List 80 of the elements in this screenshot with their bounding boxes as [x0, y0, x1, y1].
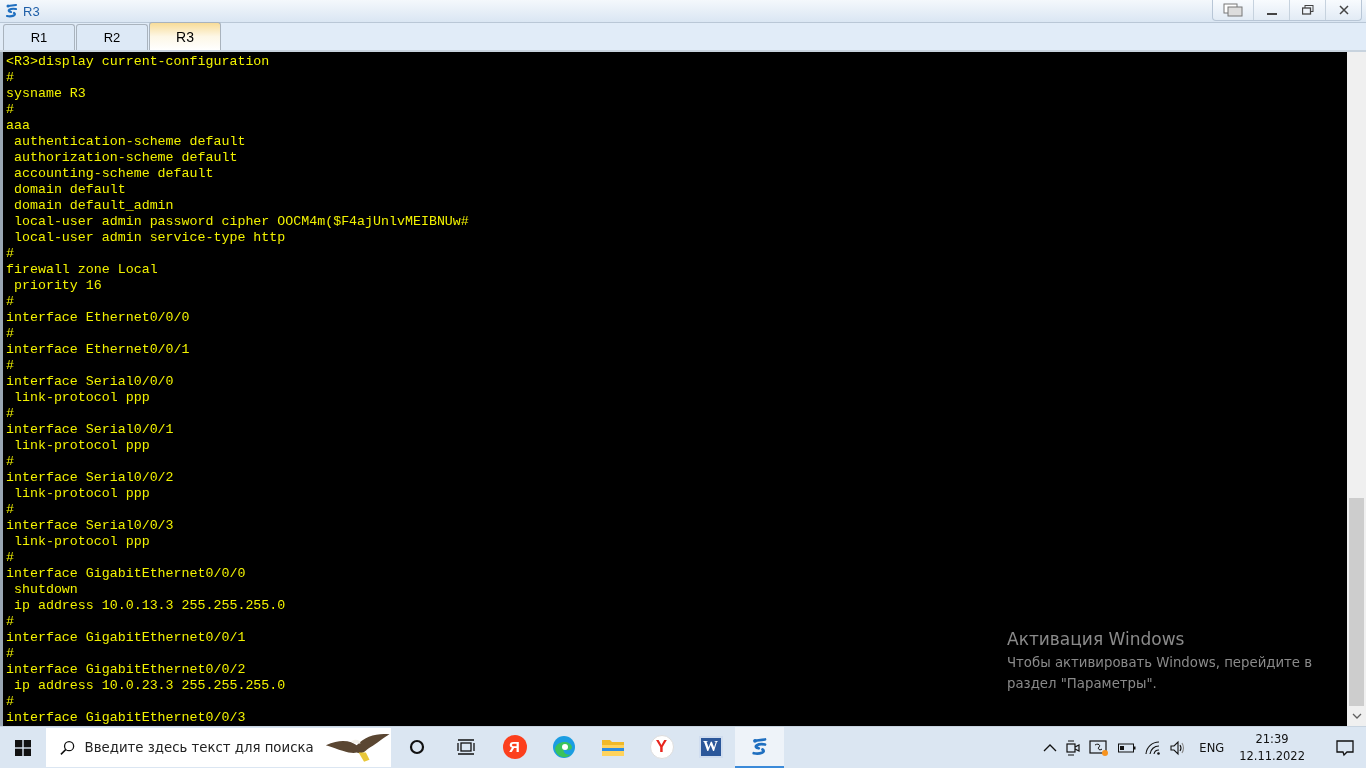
activation-title: Активация Windows: [1007, 628, 1186, 650]
speaker-icon[interactable]: [1170, 739, 1187, 756]
terminal-line: domain default: [12, 182, 126, 198]
terminal-line: local-user admin service-type http: [12, 230, 286, 246]
app-tray-icon[interactable]: [1089, 738, 1110, 757]
language-indicator[interactable]: ENG: [1199, 740, 1225, 755]
word-app-icon: W: [698, 735, 723, 758]
terminal-line: interface GigabitEthernet0/0/2: [6, 662, 246, 678]
terminal-line: interface Serial0/0/0: [6, 374, 174, 390]
windows-logo-icon: [15, 739, 31, 756]
terminal-line: <R3>display current-configuration: [6, 54, 270, 70]
app-logo-icon: [4, 3, 20, 19]
wifi-icon[interactable]: [1145, 740, 1162, 755]
terminal-line: link-protocol ppp: [12, 486, 150, 502]
taskbar-app-button[interactable]: W: [686, 727, 735, 768]
taskbar-app-button[interactable]: Y: [637, 727, 686, 768]
terminal-line: interface GigabitEthernet0/0/1: [6, 630, 246, 646]
minimize-icon: [1266, 13, 1277, 15]
search-placeholder: Введите здесь текст для поиска: [84, 740, 314, 755]
terminal-line: interface GigabitEthernet0/0/3: [6, 710, 246, 726]
terminal-line: #: [6, 502, 14, 518]
terminal-line: #: [6, 454, 14, 470]
terminal-line: #: [6, 614, 14, 630]
terminal-line: firewall zone Local: [6, 262, 158, 278]
terminal-line: interface Ethernet0/0/0: [6, 310, 190, 326]
yandex-app-icon: Я: [502, 734, 527, 759]
terminal-line: link-protocol ppp: [12, 534, 150, 550]
terminal-line: aaa: [6, 118, 30, 134]
search-field[interactable]: Введите здесь текст для поиска: [46, 728, 391, 767]
taskbar-app-button[interactable]: Я: [490, 727, 539, 768]
terminal-line: interface Ethernet0/0/1: [6, 342, 190, 358]
terminal-line: shutdown: [12, 582, 78, 598]
terminal-line: interface GigabitEthernet0/0/0: [6, 566, 246, 582]
terminal-line: interface Serial0/0/1: [6, 422, 174, 438]
terminal-line: ip address 10.0.13.3 255.255.255.0: [12, 598, 286, 614]
terminal-line: sysname R3: [6, 86, 86, 102]
scrollbar[interactable]: [1347, 52, 1366, 726]
scrollbar-thumb[interactable]: [1349, 498, 1364, 706]
chevron-down-icon[interactable]: [1351, 712, 1362, 720]
camera-icon[interactable]: [1066, 739, 1081, 756]
terminal-line: priority 16: [12, 278, 102, 294]
battery-icon[interactable]: [1118, 742, 1137, 753]
terminal-line: local-user admin password cipher OOCM4m($F4ajUnlvMEIBNUw#: [12, 214, 469, 230]
terminal-line: #: [6, 694, 14, 710]
clock-time: 21:39: [1255, 730, 1289, 748]
yandex-browser-icon: Y: [649, 734, 674, 759]
terminal-line: authorization-scheme default: [12, 150, 238, 166]
terminal-line: #: [6, 326, 14, 342]
task-view-icon: [456, 738, 475, 755]
terminal-line: #: [6, 406, 14, 422]
terminal-line: #: [6, 102, 14, 118]
terminal-line: interface Serial0/0/2: [6, 470, 174, 486]
window-title: R3: [23, 3, 40, 19]
terminal-line: #: [6, 646, 14, 662]
edge-browser-icon: [551, 734, 576, 759]
activation-message: Чтобы активировать Windows, перейдите в раздел "Параметры".: [1007, 654, 1314, 693]
terminal-line: ip address 10.0.23.3 255.255.255.0: [12, 678, 286, 694]
chevron-up-icon[interactable]: [1043, 743, 1058, 752]
terminal-line: #: [6, 294, 14, 310]
circle-icon: [408, 738, 425, 755]
clock[interactable]: 21:39 12.11.2022: [1239, 730, 1305, 765]
clock-date: 12.11.2022: [1239, 747, 1305, 765]
terminal-line: authentication-scheme default: [12, 134, 246, 150]
terminal-line: #: [6, 70, 14, 86]
terminal-line: link-protocol ppp: [12, 390, 150, 406]
terminal-line: accounting-scheme default: [12, 166, 214, 182]
terminal-line: #: [6, 246, 14, 262]
terminal-line: interface Serial0/0/3: [6, 518, 174, 534]
overlapping-windows-icon: [1223, 3, 1243, 17]
device-tab[interactable]: R1: [3, 24, 75, 50]
notifications-icon[interactable]: [1336, 738, 1354, 757]
search-icon: [60, 739, 75, 756]
restore-icon: [1301, 5, 1314, 15]
device-tab[interactable]: R2: [76, 24, 148, 50]
device-tab[interactable]: R3: [149, 22, 221, 50]
terminal-line: link-protocol ppp: [12, 438, 150, 454]
terminal-line: domain default_admin: [12, 198, 174, 214]
terminal-line: #: [6, 550, 14, 566]
close-icon: [1338, 5, 1349, 15]
terminal-line: #: [6, 358, 14, 374]
